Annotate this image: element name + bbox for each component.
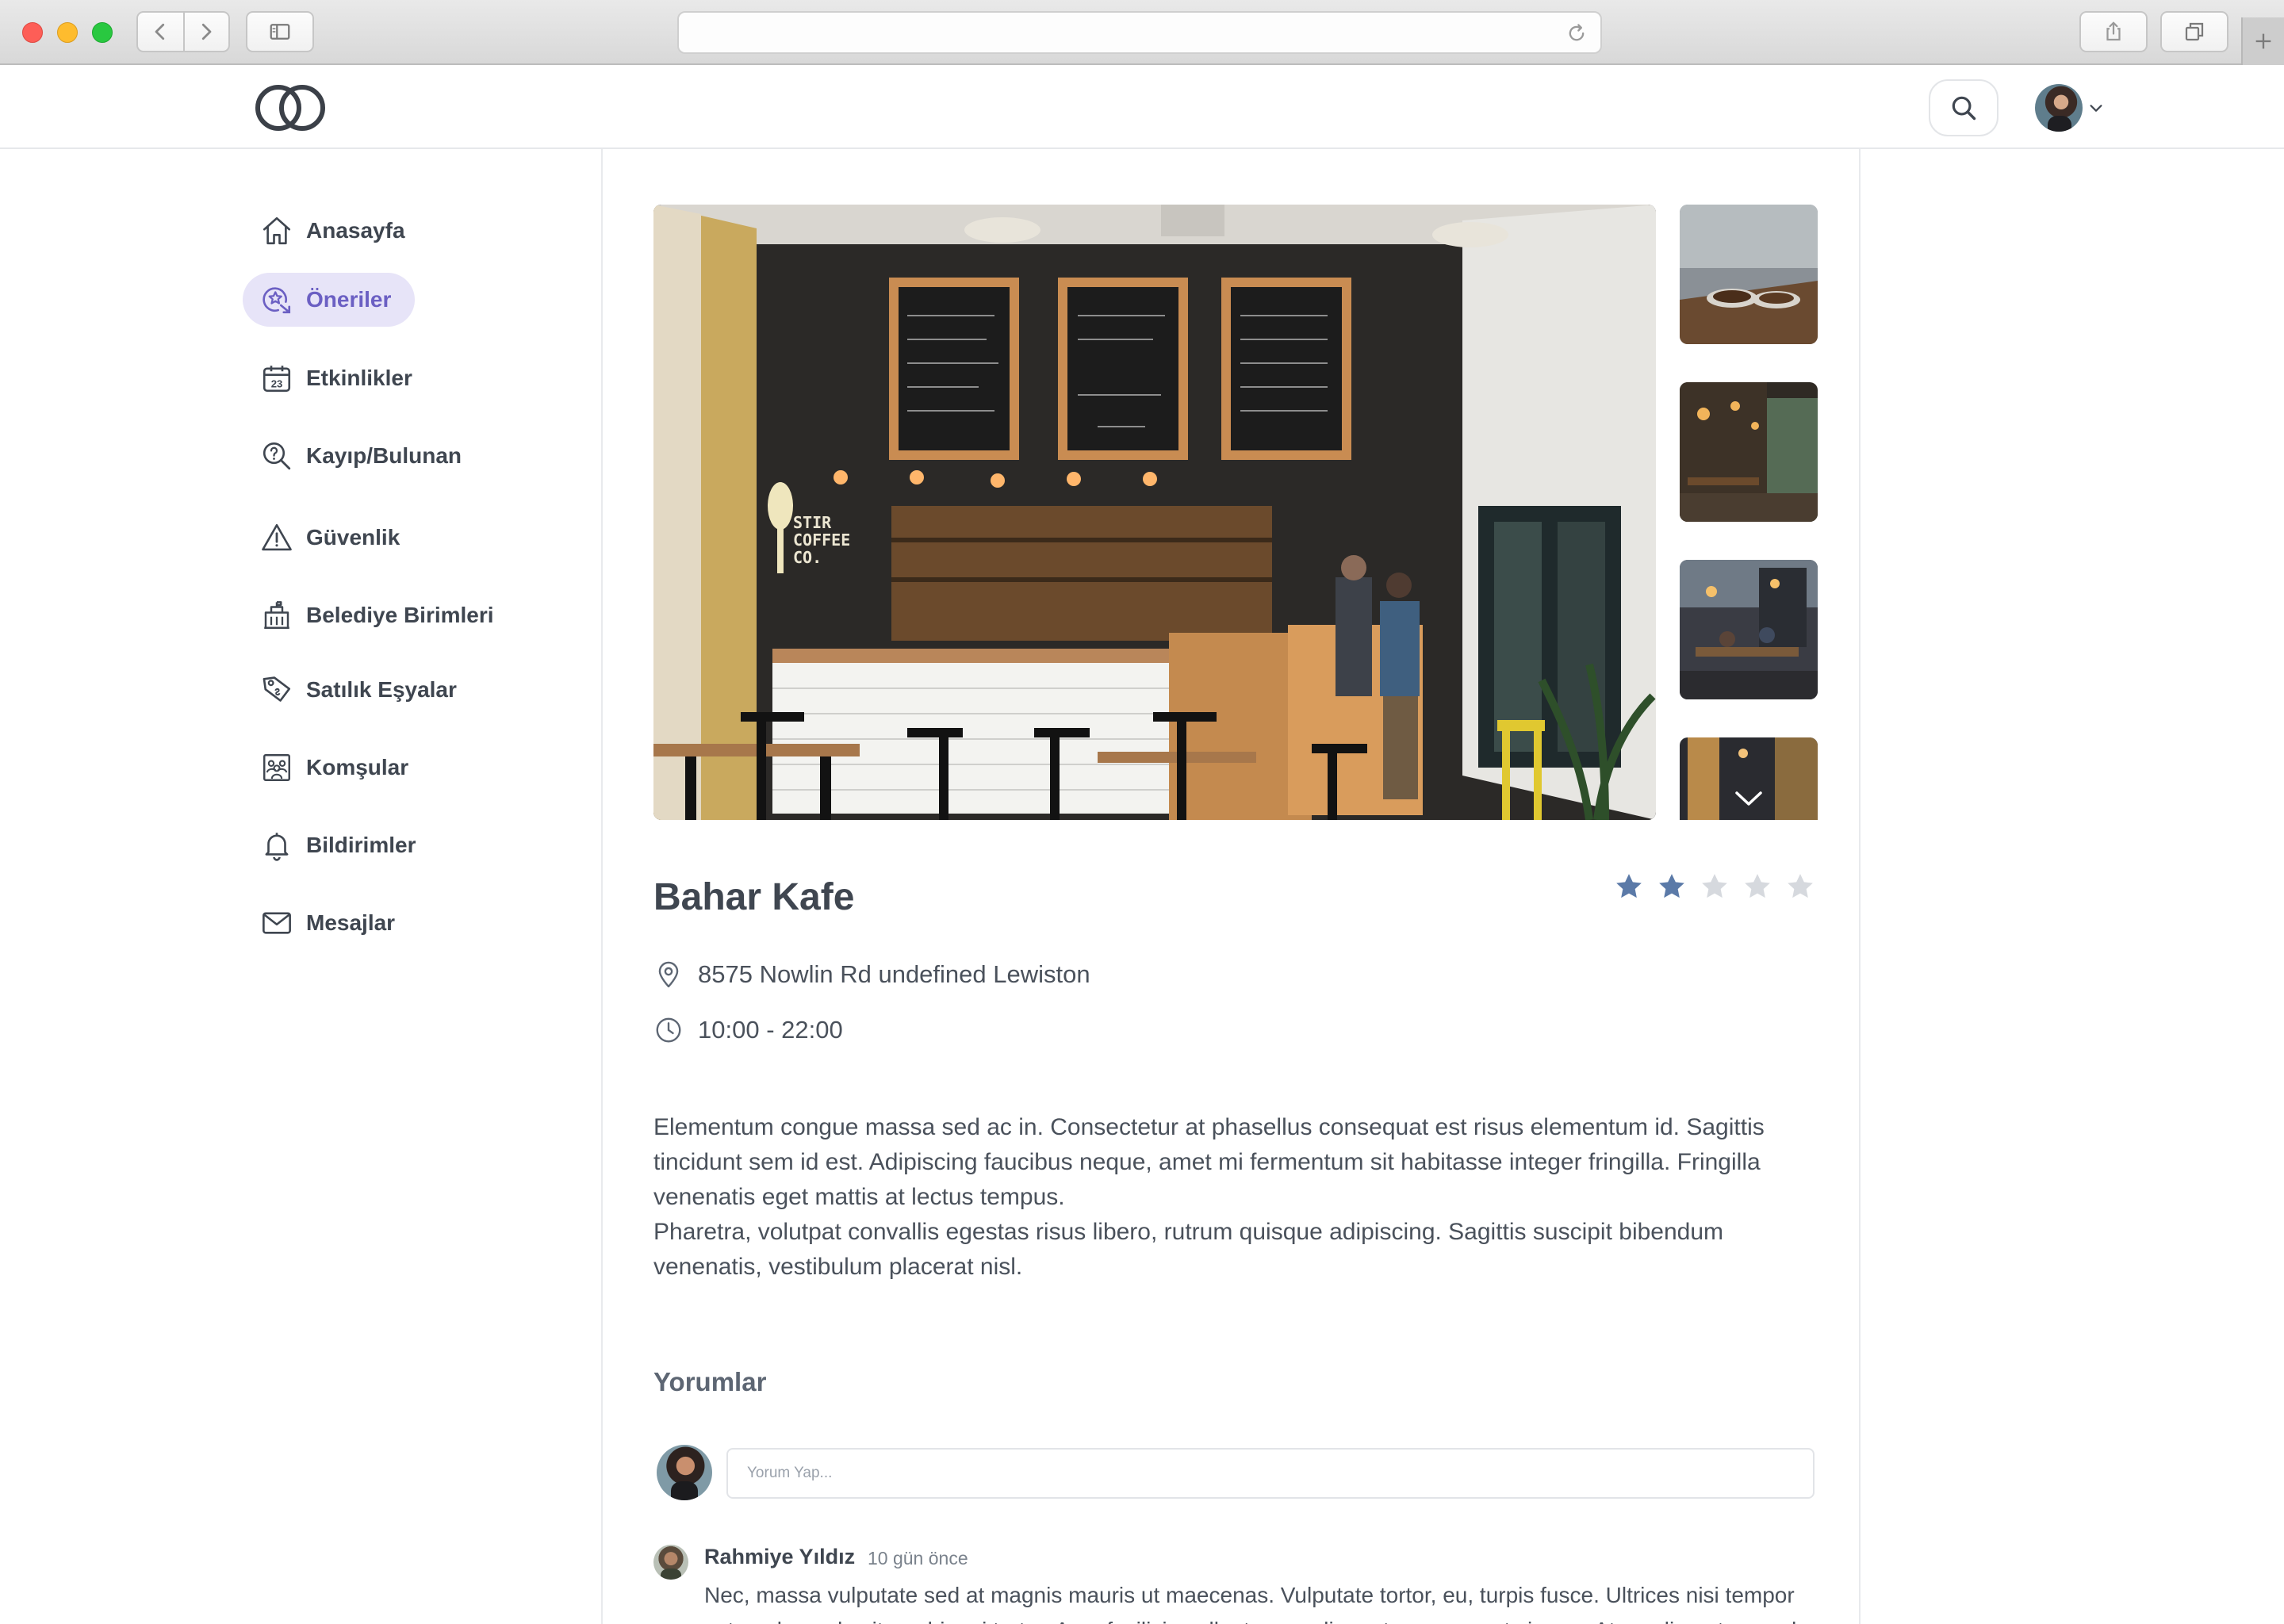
user-menu[interactable] xyxy=(2035,84,2105,132)
reload-icon[interactable] xyxy=(1565,22,1588,44)
magnifier-question-icon xyxy=(263,442,291,470)
neighbors-icon xyxy=(263,754,290,781)
sidebar-item-label: Belediye Birimleri xyxy=(306,603,494,627)
search-icon xyxy=(1952,96,1976,121)
municipal-building-icon xyxy=(264,601,289,629)
star-badge-icon xyxy=(263,287,291,314)
comments-title: Yorumlar xyxy=(653,1367,767,1396)
star-rating[interactable] xyxy=(1613,871,1816,902)
envelope-icon xyxy=(263,912,291,934)
content-divider-right xyxy=(1859,149,1861,1624)
comment-author[interactable]: Rahmiye Yıldız xyxy=(704,1545,855,1569)
plus-icon xyxy=(2255,33,2271,49)
address-bar[interactable] xyxy=(677,11,1602,54)
sidebar-item-label: Kayıp/Bulunan xyxy=(306,443,462,468)
sidebar-item-label: Güvenlik xyxy=(306,525,400,550)
sidebar-item-notifications[interactable]: Bildirimler xyxy=(243,818,439,872)
chevron-left-icon xyxy=(155,23,165,40)
sidebar-toggle-button[interactable] xyxy=(246,11,314,52)
new-tab-button[interactable] xyxy=(2241,17,2284,65)
star-icon[interactable] xyxy=(1656,871,1688,902)
close-window-button[interactable] xyxy=(22,22,43,43)
sidebar-item-messages[interactable]: Mesajlar xyxy=(243,896,419,950)
gallery-main-image[interactable]: STIR COFFEE CO. xyxy=(653,205,1656,820)
history-nav xyxy=(136,11,230,52)
gallery-thumbnail[interactable] xyxy=(1680,560,1818,699)
browser-toolbar xyxy=(0,0,2284,65)
svg-text:CO.: CO. xyxy=(793,548,822,567)
svg-text:COFFEE: COFFEE xyxy=(793,530,850,550)
forward-button[interactable] xyxy=(182,13,228,51)
back-button[interactable] xyxy=(138,13,183,51)
sidebar-item-recommendations[interactable]: Öneriler xyxy=(243,273,416,327)
bell-icon xyxy=(265,833,289,861)
share-button[interactable] xyxy=(2079,11,2148,52)
calendar-icon: 23 xyxy=(263,366,291,393)
sidebar-item-label: Bildirimler xyxy=(306,833,416,857)
sidebar-item-security[interactable]: Güvenlik xyxy=(243,511,423,565)
sidebar-item-label: Satılık Eşyalar xyxy=(306,677,457,702)
tabs-overview-button[interactable] xyxy=(2160,11,2228,52)
sidebar-icon xyxy=(270,24,290,40)
chevron-right-icon xyxy=(202,23,212,40)
sidebar-item-label: Komşular xyxy=(306,755,409,779)
description-paragraph: Elementum congue massa sed ac in. Consec… xyxy=(653,1114,1765,1210)
sidebar-item-for-sale[interactable]: Satılık Eşyalar xyxy=(243,663,481,717)
place-hours: 10:00 - 22:00 xyxy=(653,1015,843,1045)
address-text: 8575 Nowlin Rd undefined Lewiston xyxy=(698,960,1090,988)
cafe-interior-photo xyxy=(1680,560,1818,699)
place-title: Bahar Kafe xyxy=(653,876,855,918)
clock-icon xyxy=(656,1017,681,1043)
svg-text:STIR: STIR xyxy=(793,513,832,532)
map-pin-icon xyxy=(658,961,679,988)
sidebar-item-home[interactable]: Anasayfa xyxy=(243,204,429,258)
sidebar-item-label: Mesajlar xyxy=(306,910,396,935)
avatar xyxy=(653,1545,688,1580)
avatar xyxy=(2035,84,2083,132)
home-icon xyxy=(263,216,291,245)
comment-time: 10 gün önce xyxy=(868,1548,968,1568)
search-button[interactable] xyxy=(1929,79,1998,136)
sidebar-item-label: Öneriler xyxy=(306,287,392,312)
chevron-down-icon xyxy=(1735,791,1762,806)
gallery-thumbnail[interactable] xyxy=(1680,205,1818,344)
comment-text: Nec, massa vulputate sed at magnis mauri… xyxy=(704,1583,1796,1624)
tabs-icon xyxy=(2185,22,2204,41)
star-icon[interactable] xyxy=(1742,871,1773,902)
price-tag-icon xyxy=(263,676,291,702)
sidebar-item-neighbors[interactable]: Komşular xyxy=(243,741,432,795)
sidebar-item-municipal-units[interactable]: Belediye Birimleri xyxy=(243,588,518,642)
zoom-window-button[interactable] xyxy=(92,22,113,43)
sidebar-item-label: Anasayfa xyxy=(306,218,405,243)
app-header xyxy=(0,67,2284,149)
comment-input[interactable] xyxy=(726,1448,1815,1499)
place-description: Elementum congue massa sed ac in. Consec… xyxy=(653,1110,1803,1285)
hours-text: 10:00 - 22:00 xyxy=(698,1016,843,1044)
warning-icon xyxy=(262,523,292,551)
star-icon[interactable] xyxy=(1699,871,1730,902)
gallery-thumbnail-more[interactable] xyxy=(1680,737,1818,820)
sidebar-item-label: Etkinlikler xyxy=(306,366,412,390)
interlocking-rings-logo[interactable] xyxy=(252,81,328,135)
restaurant-terrace-photo xyxy=(1680,382,1818,522)
coffee-cups-photo xyxy=(1680,205,1818,344)
cafe-photo: STIR COFFEE CO. xyxy=(653,205,1656,820)
minimize-window-button[interactable] xyxy=(57,22,78,43)
avatar xyxy=(657,1445,712,1500)
gallery-thumbnail[interactable] xyxy=(1680,382,1818,522)
description-paragraph: Pharetra, volutpat convallis egestas ris… xyxy=(653,1219,1724,1280)
content-divider-left xyxy=(601,149,603,1624)
chevron-down-icon xyxy=(2090,105,2102,112)
star-icon[interactable] xyxy=(1613,871,1645,902)
sidebar-item-lost-found[interactable]: Kayıp/Bulunan xyxy=(243,429,485,483)
sidebar-item-events[interactable]: 23 Etkinlikler xyxy=(243,351,436,405)
share-icon xyxy=(2106,21,2121,41)
svg-text:23: 23 xyxy=(271,377,283,389)
place-address: 8575 Nowlin Rd undefined Lewiston xyxy=(653,959,1090,990)
star-icon[interactable] xyxy=(1784,871,1816,902)
